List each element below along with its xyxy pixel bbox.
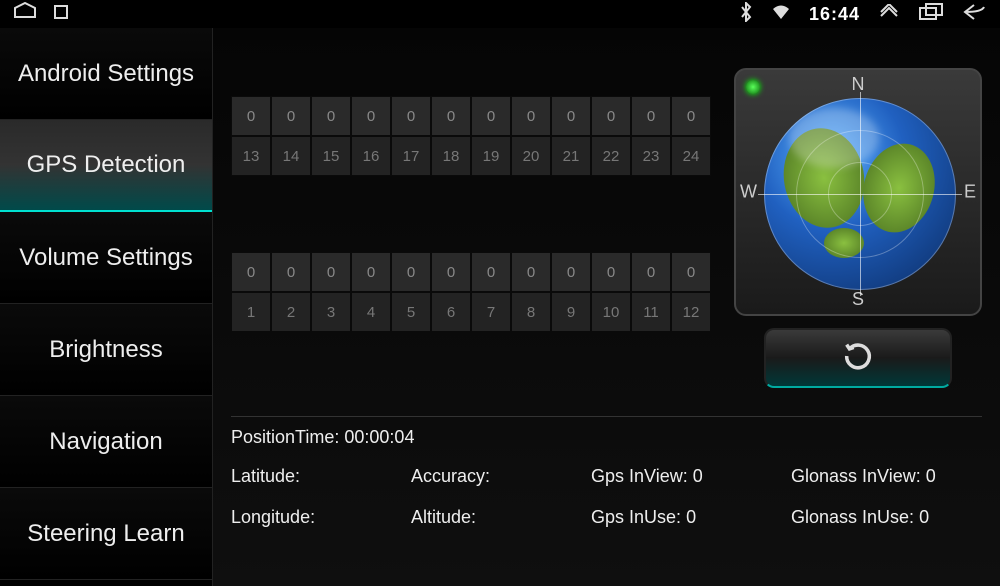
satellite-signal-value: 0 (671, 96, 711, 136)
satellite-label: 12 (671, 292, 711, 332)
gps-inview-value: 0 (693, 466, 703, 486)
refresh-icon (841, 339, 875, 378)
satellite-label: 8 (511, 292, 551, 332)
sidebar-item-brightness[interactable]: Brightness (0, 304, 212, 396)
satellite-signal-value: 0 (271, 252, 311, 292)
satellite-label: 23 (631, 136, 671, 176)
altitude-label: Altitude: (411, 507, 476, 527)
satellite-signal-value: 0 (631, 252, 671, 292)
satellite-signal-value: 0 (591, 96, 631, 136)
satellite-signal-value: 0 (511, 96, 551, 136)
sidebar: Android Settings GPS Detection Volume Se… (0, 28, 212, 586)
sidebar-item-label: Steering Learn (27, 520, 184, 548)
sidebar-item-gps-detection[interactable]: GPS Detection (0, 120, 212, 212)
accuracy-label: Accuracy: (411, 466, 490, 486)
recents-icon[interactable] (918, 3, 944, 26)
satellite-signal-value: 0 (351, 96, 391, 136)
wifi-icon (771, 4, 791, 25)
sidebar-item-volume-settings[interactable]: Volume Settings (0, 212, 212, 304)
satellite-label: 22 (591, 136, 631, 176)
gps-inuse-value: 0 (686, 507, 696, 527)
compass-south-label: S (852, 289, 864, 310)
sidebar-item-steering-learn[interactable]: Steering Learn (0, 488, 212, 580)
satellite-signal-value: 0 (271, 96, 311, 136)
clock-time: 16:44 (809, 4, 860, 25)
glonass-inuse-value: 0 (919, 507, 929, 527)
compass-north-label: N (852, 74, 865, 95)
satellite-label: 4 (351, 292, 391, 332)
position-time-value: 00:00:04 (344, 427, 414, 448)
signal-grid-gps: 000000000000 123456789101112 (231, 252, 711, 332)
satellite-signal-value: 0 (391, 252, 431, 292)
gps-inview-label: Gps InView: (591, 466, 688, 486)
satellite-signal-value: 0 (511, 252, 551, 292)
satellite-signal-value: 0 (351, 252, 391, 292)
app-icon (54, 5, 68, 24)
satellite-label: 2 (271, 292, 311, 332)
sidebar-item-label: Android Settings (18, 60, 194, 88)
compass-west-label: W (740, 182, 757, 203)
compass-widget: N S W E (734, 68, 982, 316)
glonass-inview-label: Glonass InView: (791, 466, 921, 486)
back-icon[interactable] (962, 3, 988, 26)
home-icon (12, 2, 38, 27)
signal-grid-glonass: 000000000000 131415161718192021222324 (231, 96, 711, 176)
sidebar-item-label: Brightness (49, 336, 162, 364)
satellite-signal-value: 0 (631, 96, 671, 136)
longitude-label: Longitude: (231, 507, 315, 527)
gps-inuse-label: Gps InUse: (591, 507, 681, 527)
satellite-label: 20 (511, 136, 551, 176)
satellite-label: 9 (551, 292, 591, 332)
satellite-label: 5 (391, 292, 431, 332)
satellite-label: 13 (231, 136, 271, 176)
refresh-button[interactable] (764, 328, 952, 388)
compass-east-label: E (964, 182, 976, 203)
info-panel: PositionTime: 00:00:04 Latitude: Accurac… (231, 416, 982, 548)
satellite-signal-value: 0 (231, 96, 271, 136)
satellite-signal-value: 0 (471, 96, 511, 136)
satellite-label: 1 (231, 292, 271, 332)
bluetooth-icon (739, 2, 753, 27)
satellite-signal-value: 0 (391, 96, 431, 136)
sidebar-item-label: Volume Settings (19, 244, 192, 272)
satellite-label: 16 (351, 136, 391, 176)
satellite-label: 10 (591, 292, 631, 332)
satellite-signal-value: 0 (231, 252, 271, 292)
satellite-label: 19 (471, 136, 511, 176)
satellite-signal-value: 0 (431, 252, 471, 292)
satellite-label: 21 (551, 136, 591, 176)
satellite-label: 14 (271, 136, 311, 176)
chevron-up-icon[interactable] (878, 4, 900, 25)
position-time-label: PositionTime: (231, 427, 339, 448)
satellite-label: 6 (431, 292, 471, 332)
main-panel: 000000000000 131415161718192021222324 00… (212, 28, 1000, 586)
glonass-inview-value: 0 (926, 466, 936, 486)
satellite-label: 17 (391, 136, 431, 176)
status-bar: 16:44 (0, 0, 1000, 28)
satellite-signal-value: 0 (471, 252, 511, 292)
sidebar-item-android-settings[interactable]: Android Settings (0, 28, 212, 120)
satellite-label: 3 (311, 292, 351, 332)
sidebar-item-navigation[interactable]: Navigation (0, 396, 212, 488)
satellite-label: 7 (471, 292, 511, 332)
glonass-inuse-label: Glonass InUse: (791, 507, 914, 527)
satellite-signal-value: 0 (311, 252, 351, 292)
satellite-signal-value: 0 (431, 96, 471, 136)
satellite-signal-value: 0 (671, 252, 711, 292)
satellite-signal-value: 0 (551, 252, 591, 292)
satellite-label: 18 (431, 136, 471, 176)
status-led-icon (746, 80, 760, 94)
satellite-signal-value: 0 (311, 96, 351, 136)
satellite-label: 15 (311, 136, 351, 176)
sidebar-item-label: GPS Detection (27, 151, 186, 179)
satellite-signal-value: 0 (551, 96, 591, 136)
satellite-signal-value: 0 (591, 252, 631, 292)
satellite-label: 11 (631, 292, 671, 332)
latitude-label: Latitude: (231, 466, 300, 486)
sidebar-item-label: Navigation (49, 428, 162, 456)
satellite-label: 24 (671, 136, 711, 176)
